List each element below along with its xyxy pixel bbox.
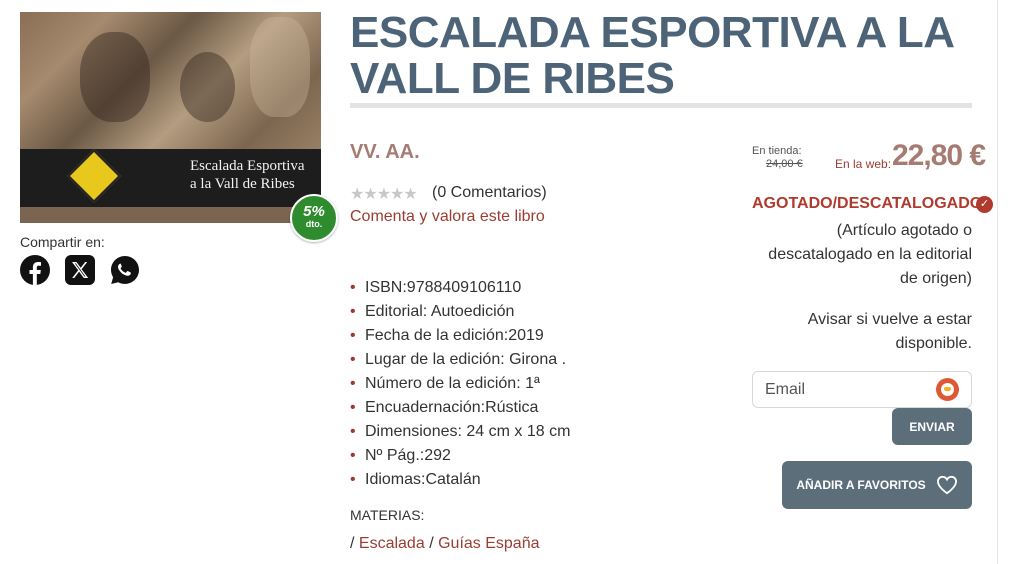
spec-pages: • Nº Pág.:292 [350,444,570,468]
subject-link-guias-espana[interactable]: Guías España [438,535,539,552]
page-divider [997,0,998,564]
bullet-icon: • [350,303,356,320]
check-icon: ✓ [976,196,993,213]
add-to-favorites-button[interactable]: AÑADIR A FAVORITOS [782,461,972,509]
web-price-label: En la web: [835,157,892,171]
title-divider [350,103,972,108]
spec-text: Editorial: Autoedición [365,303,515,320]
spec-edition: • Número de la edición: 1ª [350,372,570,396]
subjects-list: / Escalada / Guías España [350,535,540,553]
subject-link-escalada[interactable]: Escalada [359,535,425,552]
spec-text: Idiomas:Catalán [365,471,481,488]
spec-text: Dimensiones: 24 cm x 18 cm [365,423,571,440]
book-cover-image[interactable]: Escalada Esportiva a la Vall de Ribes [20,12,321,223]
bullet-icon: • [350,351,356,368]
subject-separator: / [429,535,434,552]
spec-text: Número de la edición: 1ª [365,375,540,392]
availability-note: (Artículo agotado o descatalogado en la … [768,222,972,287]
comments-count: (0 Comentarios) [432,184,547,201]
spec-isbn: • ISBN:9788409106110 [350,276,570,300]
spec-text: Nº Pág.:292 [365,447,451,464]
page-title: ESCALADA ESPORTIVA A LA VALL DE RIBES [350,8,953,103]
bullet-icon: • [350,447,356,464]
rate-book-link[interactable]: Comenta y valora este libro [350,208,545,226]
book-specs-list: • ISBN:9788409106110 • Editorial: Autoedic… [350,276,570,492]
x-icon[interactable] [65,255,95,285]
cover-title-line: a la Vall de Ribes [190,176,295,192]
discount-percent: 5% [303,203,325,220]
spec-binding: • Encuadernación:Rústica [350,396,570,420]
share-label: Compartir en: [20,234,105,250]
spec-text: Encuadernación:Rústica [365,399,539,416]
whatsapp-icon[interactable] [110,255,140,285]
cover-rock-texture [80,32,150,122]
duckduckgo-icon[interactable] [936,378,959,401]
bullet-icon: • [350,375,356,392]
subject-separator: / [350,535,355,552]
store-price-label: En tienda: [752,145,802,157]
cover-rock-texture [250,17,310,117]
spec-text: Lugar de la edición: Girona . [365,351,567,368]
availability-status: AGOTADO/DESCATALOGADO [752,195,983,212]
author-name[interactable]: VV. AA. [350,141,420,164]
bullet-icon: • [350,399,356,416]
heart-icon [936,475,957,495]
spec-text: ISBN:9788409106110 [365,279,522,296]
discount-suffix: dto. [305,219,323,229]
send-button[interactable]: ENVIAR [892,408,972,445]
spec-place: • Lugar de la edición: Girona . [350,348,570,372]
spec-text: Fecha de la edición:2019 [365,327,544,344]
bullet-icon: • [350,327,356,344]
bullet-icon: • [350,471,356,488]
email-field-wrapper [752,371,972,408]
web-price: 22,80 € [892,139,986,172]
cover-title-line: Escalada Esportiva [190,158,305,174]
spec-language: • Idiomas:Catalán [350,468,570,492]
store-price-old: 24,00 € [766,158,803,170]
spec-dimensions: • Dimensiones: 24 cm x 18 cm [350,420,570,444]
cover-rock-texture [180,52,235,122]
cover-bottom-band [20,207,321,223]
bullet-icon: • [350,279,356,296]
email-field[interactable] [753,372,957,407]
spec-date: • Fecha de la edición:2019 [350,324,570,348]
facebook-icon[interactable] [20,255,50,285]
bullet-icon: • [350,423,356,440]
notify-text: Avisar si vuelve a estar disponible. [807,311,972,352]
spec-publisher: • Editorial: Autoedición [350,300,570,324]
rating-stars-icon[interactable]: ★★★★★ [350,184,418,204]
discount-badge: 5% dto. [290,194,338,242]
favorites-label: AÑADIR A FAVORITOS [796,478,926,492]
cover-title-text: Escalada Esportiva a la Vall de Ribes [190,157,305,193]
subjects-label: MATERIAS: [350,507,425,523]
